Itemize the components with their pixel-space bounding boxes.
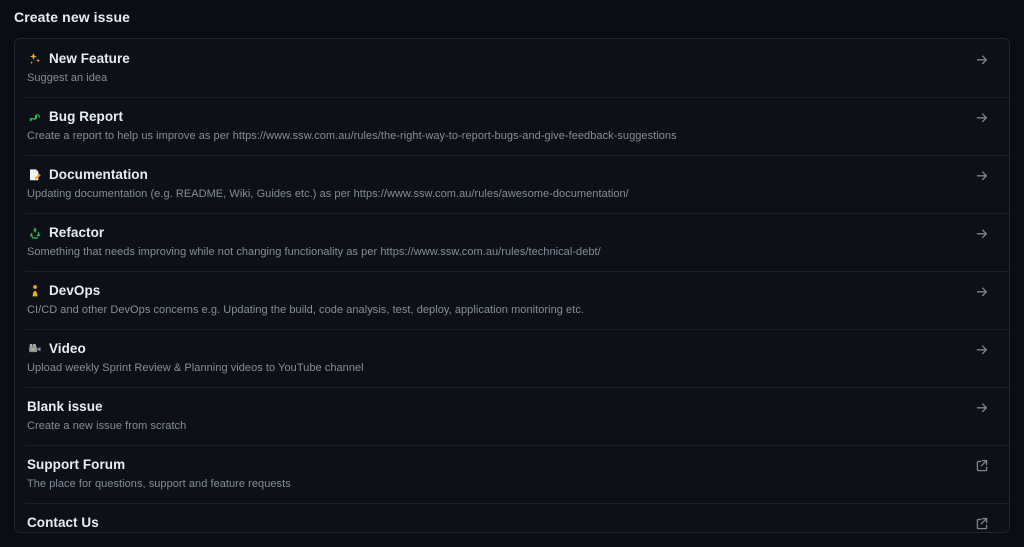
template-title-line: Video: [27, 340, 973, 358]
issue-template-card: New Feature Suggest an idea Bug Report Crea…: [14, 38, 1010, 533]
arrow-right-icon[interactable]: [973, 399, 991, 417]
issue-template-row[interactable]: New Feature Suggest an idea: [15, 39, 1009, 97]
template-description: Create a report to help us improve as pe…: [27, 130, 677, 142]
page-title: Create new issue: [14, 9, 130, 25]
movie-camera-icon: [27, 341, 43, 357]
template-title: Refactor: [49, 225, 105, 240]
external-link-icon[interactable]: [973, 457, 991, 475]
template-title-line: Support Forum: [27, 456, 973, 474]
template-row-content: Bug Report Create a report to help us imp…: [27, 108, 973, 144]
create-new-issue-page: Create new issue New Feature Suggest an i…: [0, 0, 1024, 547]
template-row-content: Blank issue Create a new issue from scrat…: [27, 398, 973, 434]
memo-icon: [27, 167, 43, 183]
template-title: Bug Report: [49, 109, 123, 124]
template-row-content: DevOps CI/CD and other DevOps concerns e.…: [27, 282, 973, 318]
issue-template-row[interactable]: Contact UsContact us for all your consul…: [15, 503, 1009, 532]
external-link-icon[interactable]: [973, 515, 991, 532]
template-title-line: Documentation: [27, 166, 973, 184]
sparkles-icon: [27, 51, 43, 67]
issue-template-row[interactable]: Support Forum The place for questions, su…: [15, 445, 1009, 503]
template-title: DevOps: [49, 283, 101, 298]
template-title-line: New Feature: [27, 50, 973, 68]
template-title: Video: [49, 341, 86, 356]
template-title-line: Contact Us: [27, 514, 973, 532]
arrow-right-icon[interactable]: [973, 167, 991, 185]
template-title: New Feature: [49, 51, 130, 66]
template-row-content: Documentation Updating documentation (e.g…: [27, 166, 973, 202]
issue-template-row[interactable]: DevOps CI/CD and other DevOps concerns e.…: [15, 271, 1009, 329]
template-title-line: Bug Report: [27, 108, 973, 126]
arrow-right-icon[interactable]: [973, 225, 991, 243]
arrow-right-icon[interactable]: [973, 109, 991, 127]
template-description: The place for questions, support and fea…: [27, 478, 291, 490]
template-row-content: Refactor Something that needs improving w…: [27, 224, 973, 260]
template-title-line: DevOps: [27, 282, 973, 300]
template-description: Create a new issue from scratch: [27, 420, 187, 432]
template-row-content: Support Forum The place for questions, su…: [27, 456, 973, 492]
issue-template-list: New Feature Suggest an idea Bug Report Crea…: [15, 39, 1009, 532]
issue-template-row[interactable]: Bug Report Create a report to help us imp…: [15, 97, 1009, 155]
template-title: Documentation: [49, 167, 148, 182]
template-title: Blank issue: [27, 399, 103, 414]
template-title-line: Blank issue: [27, 398, 973, 416]
template-description: Something that needs improving while not…: [27, 246, 601, 258]
template-title: Contact Us: [27, 515, 99, 530]
bug-icon: [27, 109, 43, 125]
template-description: CI/CD and other DevOps concerns e.g. Upd…: [27, 304, 584, 316]
template-title-line: Refactor: [27, 224, 973, 242]
issue-template-row[interactable]: Documentation Updating documentation (e.g…: [15, 155, 1009, 213]
template-row-content: Contact UsContact us for all your consul…: [27, 514, 973, 532]
issue-template-row[interactable]: Blank issue Create a new issue from scrat…: [15, 387, 1009, 445]
arrow-right-icon[interactable]: [973, 341, 991, 359]
arrow-right-icon[interactable]: [973, 283, 991, 301]
person-icon: [27, 283, 43, 299]
arrow-right-icon[interactable]: [973, 51, 991, 69]
template-description: Upload weekly Sprint Review & Planning v…: [27, 362, 364, 374]
issue-template-row[interactable]: Refactor Something that needs improving w…: [15, 213, 1009, 271]
template-row-content: New Feature Suggest an idea: [27, 50, 973, 86]
recycle-icon: [27, 225, 43, 241]
template-description: Updating documentation (e.g. README, Wik…: [27, 188, 629, 200]
template-title: Support Forum: [27, 457, 126, 472]
template-description: Suggest an idea: [27, 72, 108, 84]
issue-template-row[interactable]: Video Upload weekly Sprint Review & Plann…: [15, 329, 1009, 387]
template-row-content: Video Upload weekly Sprint Review & Plann…: [27, 340, 973, 376]
